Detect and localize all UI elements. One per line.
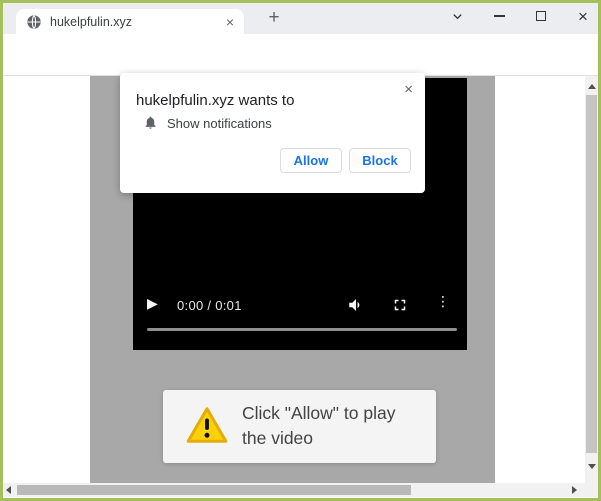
- browser-toolbar: hukelpfulin.xyz/af.php?id=693bee ⋮: [0, 34, 601, 76]
- window-controls: ×: [447, 4, 593, 28]
- minimize-icon: [494, 15, 505, 17]
- dialog-close-icon[interactable]: ×: [404, 81, 413, 98]
- new-tab-button[interactable]: +: [262, 6, 286, 30]
- scroll-right-icon[interactable]: [572, 486, 577, 494]
- scroll-up-icon[interactable]: [588, 84, 596, 89]
- horizontal-scroll-thumb[interactable]: [17, 485, 411, 495]
- notification-permission-dialog: × hukelpfulin.xyz wants to Show notifica…: [120, 73, 425, 193]
- tab-close-icon[interactable]: ×: [220, 14, 240, 30]
- window-close-button[interactable]: ×: [573, 6, 593, 26]
- video-time: 0:00 / 0:01: [177, 298, 242, 313]
- tab-hukelpfulin[interactable]: hukelpfulin.xyz ×: [16, 9, 244, 34]
- horizontal-scrollbar[interactable]: [0, 483, 598, 497]
- maximize-icon: [536, 11, 546, 21]
- dialog-title: hukelpfulin.xyz wants to: [136, 92, 294, 109]
- warning-message: Click "Allow" to play the video: [242, 401, 427, 451]
- scroll-left-icon[interactable]: [6, 486, 11, 494]
- tab-strip: hukelpfulin.xyz × + ×: [0, 0, 601, 34]
- browser-window: hukelpfulin.xyz × + ×: [0, 0, 601, 501]
- minimize-button[interactable]: [489, 6, 509, 26]
- maximize-button[interactable]: [531, 6, 551, 26]
- allow-button[interactable]: Allow: [280, 148, 342, 173]
- volume-icon[interactable]: [347, 296, 365, 314]
- vertical-scrollbar[interactable]: [585, 76, 598, 483]
- play-icon[interactable]: ▶: [147, 295, 158, 312]
- permission-label: Show notifications: [167, 116, 272, 131]
- window-chevron-icon[interactable]: [447, 6, 467, 26]
- fullscreen-icon[interactable]: [391, 296, 409, 314]
- warning-icon: [185, 405, 229, 446]
- video-progress-bar[interactable]: [147, 328, 457, 331]
- bell-icon: [143, 115, 158, 130]
- block-button[interactable]: Block: [349, 148, 411, 173]
- tab-title: hukelpfulin.xyz: [50, 15, 220, 29]
- vertical-scroll-thumb[interactable]: [586, 95, 597, 453]
- scroll-down-icon[interactable]: [588, 464, 596, 469]
- globe-icon: [26, 14, 42, 30]
- warning-box: Click "Allow" to play the video: [163, 390, 436, 463]
- video-menu-icon[interactable]: ⋮: [439, 295, 447, 314]
